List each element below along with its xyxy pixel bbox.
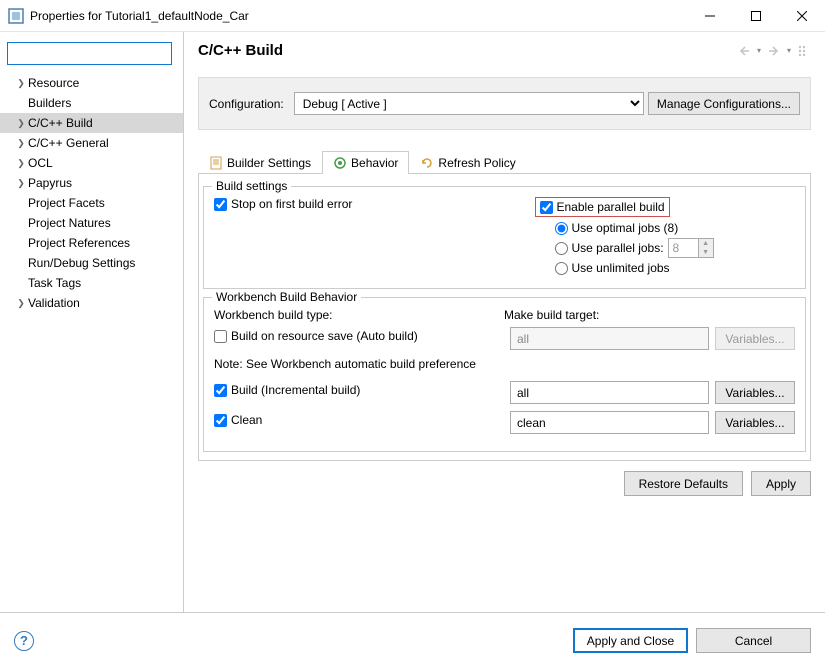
tree-label: Resource bbox=[28, 74, 79, 92]
radio-icon bbox=[333, 156, 347, 170]
nav-back-icon[interactable] bbox=[737, 44, 751, 58]
group-title: Build settings bbox=[212, 179, 291, 193]
variables-button-inc[interactable]: Variables... bbox=[715, 381, 795, 404]
app-icon bbox=[8, 8, 24, 24]
use-unlimited-jobs-radio[interactable]: Use unlimited jobs bbox=[555, 261, 796, 275]
tab-label: Builder Settings bbox=[227, 156, 311, 170]
tree-item-project-facets[interactable]: Project Facets bbox=[0, 193, 183, 213]
chevron-down-icon[interactable]: ▾ bbox=[787, 46, 791, 55]
properties-tree: ❯Resource Builders ❯C/C++ Build ❯C/C++ G… bbox=[0, 73, 183, 313]
tab-label: Refresh Policy bbox=[438, 156, 515, 170]
variables-button-clean[interactable]: Variables... bbox=[715, 411, 795, 434]
sidebar: ❯Resource Builders ❯C/C++ Build ❯C/C++ G… bbox=[0, 32, 184, 612]
tab-refresh-policy[interactable]: Refresh Policy bbox=[409, 151, 526, 174]
tree-label: Project Natures bbox=[28, 214, 111, 232]
apply-and-close-button[interactable]: Apply and Close bbox=[573, 628, 688, 653]
close-button[interactable] bbox=[779, 0, 825, 32]
tree-item-cpp-build[interactable]: ❯C/C++ Build bbox=[0, 113, 183, 133]
configuration-bar: Configuration: Debug [ Active ] Manage C… bbox=[198, 77, 811, 130]
apply-button[interactable]: Apply bbox=[751, 471, 811, 496]
make-target-label: Make build target: bbox=[504, 308, 599, 322]
variables-button-auto: Variables... bbox=[715, 327, 795, 350]
tree-label: OCL bbox=[28, 154, 53, 172]
enable-parallel-checkbox[interactable]: Enable parallel build bbox=[540, 200, 665, 214]
tree-item-ocl[interactable]: ❯OCL bbox=[0, 153, 183, 173]
tree-label: Task Tags bbox=[28, 274, 81, 292]
tree-label: C/C++ General bbox=[28, 134, 109, 152]
window-titlebar: Properties for Tutorial1_defaultNode_Car bbox=[0, 0, 825, 32]
tab-builder-settings[interactable]: Builder Settings bbox=[198, 151, 322, 174]
checkbox-label: Stop on first build error bbox=[231, 197, 352, 211]
tree-item-papyrus[interactable]: ❯Papyrus bbox=[0, 173, 183, 193]
cancel-button[interactable]: Cancel bbox=[696, 628, 811, 653]
restore-defaults-button[interactable]: Restore Defaults bbox=[624, 471, 743, 496]
tree-item-task-tags[interactable]: Task Tags bbox=[0, 273, 183, 293]
checkbox-label: Build (Incremental build) bbox=[231, 383, 360, 397]
nav-forward-icon[interactable] bbox=[767, 44, 781, 58]
minimize-button[interactable] bbox=[687, 0, 733, 32]
maximize-button[interactable] bbox=[733, 0, 779, 32]
window-title: Properties for Tutorial1_defaultNode_Car bbox=[30, 9, 249, 23]
tree-item-run-debug[interactable]: Run/Debug Settings bbox=[0, 253, 183, 273]
checkbox-label: Build on resource save (Auto build) bbox=[231, 329, 418, 343]
radio-label: Use optimal jobs (8) bbox=[572, 221, 679, 235]
build-settings-group: Build settings Stop on first build error… bbox=[203, 186, 806, 289]
tree-label: C/C++ Build bbox=[28, 114, 93, 132]
tabs: Builder Settings Behavior Refresh Policy bbox=[198, 150, 811, 174]
tree-label: Project References bbox=[28, 234, 130, 252]
radio-label: Use unlimited jobs bbox=[572, 261, 670, 275]
enable-parallel-highlight: Enable parallel build bbox=[535, 197, 670, 217]
build-type-label: Workbench build type: bbox=[214, 308, 504, 322]
build-incremental-checkbox[interactable]: Build (Incremental build) bbox=[214, 383, 504, 397]
nav-icons: ▾ ▾ bbox=[737, 44, 811, 58]
checkbox-label: Enable parallel build bbox=[557, 200, 665, 214]
tab-behavior[interactable]: Behavior bbox=[322, 151, 409, 174]
refresh-icon bbox=[420, 156, 434, 170]
filter-input[interactable] bbox=[7, 42, 172, 65]
footer: ? Apply and Close Cancel bbox=[0, 612, 825, 668]
document-icon bbox=[209, 156, 223, 170]
help-icon[interactable]: ? bbox=[14, 631, 34, 651]
config-select[interactable]: Debug [ Active ] bbox=[294, 92, 644, 115]
tree-label: Builders bbox=[28, 94, 71, 112]
tree-item-project-references[interactable]: Project References bbox=[0, 233, 183, 253]
chevron-down-icon[interactable]: ▾ bbox=[757, 46, 761, 55]
menu-icon[interactable] bbox=[797, 44, 811, 58]
tree-item-builders[interactable]: Builders bbox=[0, 93, 183, 113]
tab-label: Behavior bbox=[351, 156, 398, 170]
parallel-jobs-spinner: 8 ▲▼ bbox=[668, 238, 714, 258]
use-parallel-jobs-radio[interactable]: Use parallel jobs: 8 ▲▼ bbox=[555, 238, 796, 258]
tree-label: Run/Debug Settings bbox=[28, 254, 135, 272]
use-optimal-jobs-radio[interactable]: Use optimal jobs (8) bbox=[555, 221, 796, 235]
spinner-up[interactable]: ▲ bbox=[699, 239, 713, 248]
tree-label: Project Facets bbox=[28, 194, 105, 212]
tree-label: Papyrus bbox=[28, 174, 72, 192]
config-label: Configuration: bbox=[209, 97, 284, 111]
build-on-save-checkbox[interactable]: Build on resource save (Auto build) bbox=[214, 329, 504, 343]
spinner-down[interactable]: ▼ bbox=[699, 248, 713, 257]
stop-on-error-checkbox[interactable]: Stop on first build error bbox=[214, 197, 475, 211]
workbench-behavior-group: Workbench Build Behavior Workbench build… bbox=[203, 297, 806, 452]
tree-label: Validation bbox=[28, 294, 80, 312]
page-title: C/C++ Build bbox=[198, 42, 283, 59]
content-area: C/C++ Build ▾ ▾ Configuration: Debug [ A… bbox=[184, 32, 825, 612]
tree-item-validation[interactable]: ❯Validation bbox=[0, 293, 183, 313]
spinner-value: 8 bbox=[669, 241, 698, 255]
tree-item-cpp-general[interactable]: ❯C/C++ General bbox=[0, 133, 183, 153]
clean-checkbox[interactable]: Clean bbox=[214, 413, 504, 427]
radio-label: Use parallel jobs: bbox=[572, 241, 664, 255]
clean-target-input[interactable] bbox=[510, 411, 709, 434]
tree-item-resource[interactable]: ❯Resource bbox=[0, 73, 183, 93]
group-title: Workbench Build Behavior bbox=[212, 290, 361, 304]
incremental-build-target-input[interactable] bbox=[510, 381, 709, 404]
auto-build-target-input bbox=[510, 327, 709, 350]
checkbox-label: Clean bbox=[231, 413, 262, 427]
manage-configurations-button[interactable]: Manage Configurations... bbox=[648, 92, 800, 115]
tree-item-project-natures[interactable]: Project Natures bbox=[0, 213, 183, 233]
note-text: Note: See Workbench automatic build pref… bbox=[214, 357, 795, 371]
